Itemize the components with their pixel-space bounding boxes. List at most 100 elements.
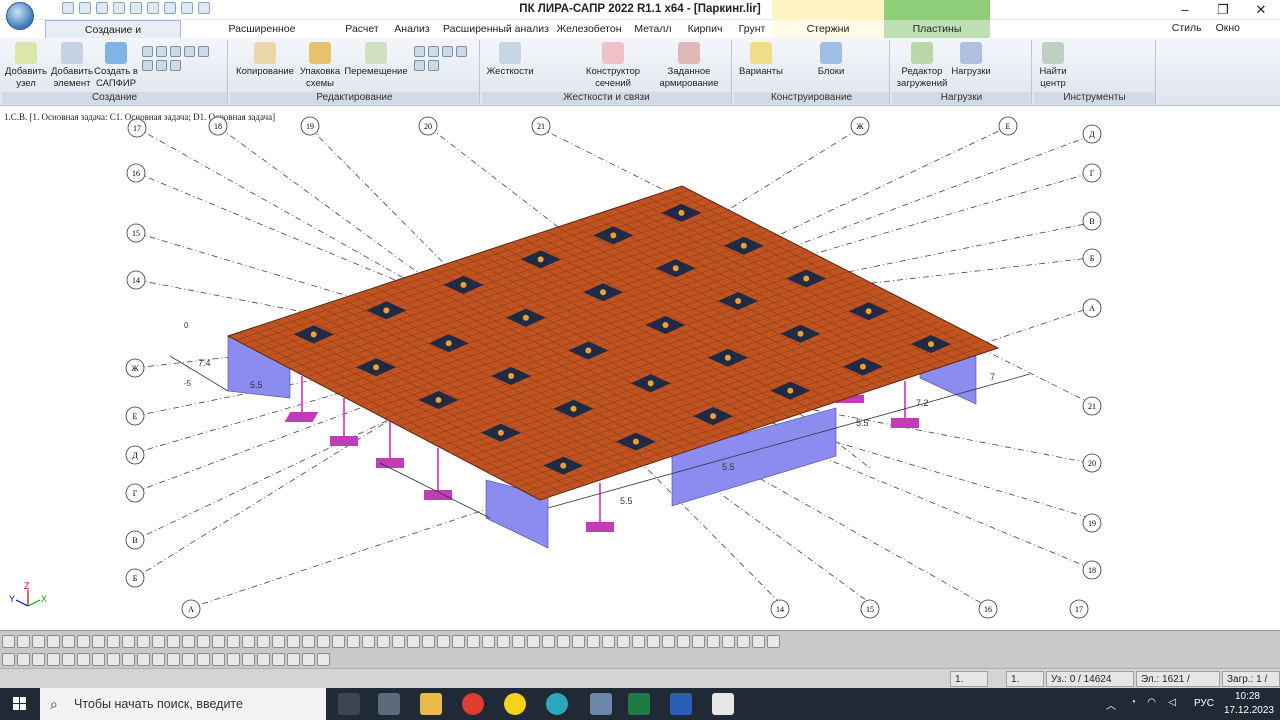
notepad-icon[interactable]	[712, 693, 734, 715]
zoom-icon[interactable]	[587, 635, 600, 648]
rotate-view-icon[interactable]	[602, 635, 615, 648]
copy-button[interactable]: Копирование	[234, 42, 296, 78]
view-icon[interactable]	[32, 635, 45, 648]
fragment-icon[interactable]	[77, 653, 90, 666]
tab-plates[interactable]: Пластины	[884, 20, 990, 38]
volume-icon[interactable]: ◁	[1168, 697, 1176, 708]
clock-time[interactable]: 10:28	[1235, 691, 1260, 702]
mesh-icon[interactable]	[142, 60, 153, 71]
mode-icon[interactable]	[287, 653, 300, 666]
display-icon[interactable]	[707, 635, 720, 648]
fragment-icon[interactable]	[257, 653, 270, 666]
close-icon[interactable]: ✕	[1242, 0, 1280, 20]
edge-browser-icon[interactable]	[546, 693, 568, 715]
flag-icon[interactable]	[62, 653, 75, 666]
select-icon[interactable]	[2, 635, 15, 648]
projection-icon[interactable]	[32, 653, 45, 666]
filter-icon[interactable]	[197, 635, 210, 648]
grid-icon[interactable]	[156, 46, 167, 57]
display-icon[interactable]	[257, 635, 270, 648]
fragment-icon[interactable]	[317, 653, 330, 666]
model-3d-view[interactable]: 17 18 19 20 21 Ж Е Д Г В Б А 21 20 19 18 17 16 15 14 Ж Е Д Г В Б А…	[0, 108, 1280, 630]
loads-button[interactable]: Нагрузки	[948, 42, 994, 78]
select-icon[interactable]	[362, 635, 375, 648]
tab-reinforced-concrete[interactable]: Железобетон	[556, 20, 622, 38]
load-editor-button[interactable]: Редактор загружений	[894, 42, 950, 90]
excel-icon[interactable]	[628, 693, 650, 715]
filter-icon[interactable]	[557, 635, 570, 648]
stiffness-button[interactable]: Жесткости	[486, 42, 534, 78]
scale-icon[interactable]	[442, 46, 453, 57]
clock-date[interactable]: 17.12.2023	[1224, 705, 1274, 716]
keyboard-language[interactable]: РУС	[1194, 698, 1214, 709]
lira-logo-icon[interactable]	[6, 2, 34, 30]
tab-create-edit[interactable]: Создание и редактирование	[45, 20, 181, 54]
display-icon[interactable]	[617, 635, 630, 648]
view-icon[interactable]	[572, 635, 585, 648]
mode-icon[interactable]	[167, 653, 180, 666]
select-icon[interactable]	[632, 635, 645, 648]
file-explorer-icon[interactable]	[420, 693, 442, 715]
tab-advanced-analysis[interactable]: Расширенный анализ	[440, 20, 552, 38]
display-icon[interactable]	[347, 635, 360, 648]
tab-steel[interactable]: Металл	[630, 20, 676, 38]
display-icon[interactable]	[167, 635, 180, 648]
view-icon[interactable]	[302, 635, 315, 648]
delete-icon[interactable]	[428, 60, 439, 71]
view-icon[interactable]	[122, 635, 135, 648]
zoom-icon[interactable]	[497, 635, 510, 648]
add-element-button[interactable]: Добавить элемент	[50, 42, 94, 90]
flag-icon[interactable]	[182, 653, 195, 666]
rotate-view-icon[interactable]	[152, 635, 165, 648]
minimize-icon[interactable]: –	[1166, 0, 1204, 20]
mirror-icon[interactable]	[428, 46, 439, 57]
find-center-button[interactable]: Найти центр	[1036, 42, 1070, 90]
rotate-view-icon[interactable]	[62, 635, 75, 648]
zoom-icon[interactable]	[407, 635, 420, 648]
tab-bars[interactable]: Стержни	[772, 20, 884, 38]
select-icon[interactable]	[272, 635, 285, 648]
task-view-icon[interactable]	[338, 693, 360, 715]
word-icon[interactable]	[670, 693, 692, 715]
select-icon[interactable]	[542, 635, 555, 648]
view-icon[interactable]	[752, 635, 765, 648]
given-reinforcement-button[interactable]: Заданное армирование	[650, 42, 728, 90]
model-viewport[interactable]: 1.С.В. [1. Основная задача: С1. Основная…	[0, 108, 1280, 630]
pack-scheme-button[interactable]: Упаковка схемы	[298, 42, 342, 90]
filter-icon[interactable]	[377, 635, 390, 648]
yandex-browser-icon[interactable]	[462, 693, 484, 715]
taskbar-search[interactable]: ⌕ Чтобы начать поиск, введите	[40, 688, 326, 720]
fragment-icon[interactable]	[197, 653, 210, 666]
filter-icon[interactable]	[737, 635, 750, 648]
zoom-icon[interactable]	[317, 635, 330, 648]
view-icon[interactable]	[212, 635, 225, 648]
filter-icon[interactable]	[467, 635, 480, 648]
zoom-icon[interactable]	[137, 635, 150, 648]
projection-icon[interactable]	[92, 653, 105, 666]
lira-app-icon[interactable]	[590, 693, 612, 715]
windows-start-icon[interactable]	[0, 688, 40, 720]
flag-icon[interactable]	[242, 653, 255, 666]
loading-combo-2[interactable]: 1.	[1006, 671, 1044, 687]
grid-icon[interactable]	[170, 46, 181, 57]
tray-chevron-icon[interactable]: ︿	[1106, 697, 1116, 712]
grid-icon[interactable]	[142, 46, 153, 57]
flag-icon[interactable]	[302, 653, 315, 666]
zoom-icon[interactable]	[47, 635, 60, 648]
grid-icon[interactable]	[184, 46, 195, 57]
mesh-icon[interactable]	[170, 60, 181, 71]
projection-icon[interactable]	[272, 653, 285, 666]
view-icon[interactable]	[392, 635, 405, 648]
rotate-view-icon[interactable]	[332, 635, 345, 648]
join-icon[interactable]	[414, 60, 425, 71]
rotate-icon[interactable]	[414, 46, 425, 57]
mode-icon[interactable]	[47, 653, 60, 666]
divide-icon[interactable]	[456, 46, 467, 57]
tab-advanced-edit[interactable]: Расширенное редактирование	[190, 20, 334, 53]
filter-icon[interactable]	[647, 635, 660, 648]
flag-icon[interactable]	[122, 653, 135, 666]
mesh-icon[interactable]	[198, 46, 209, 57]
variants-button[interactable]: Варианты	[738, 42, 784, 78]
view-icon[interactable]	[662, 635, 675, 648]
rotate-view-icon[interactable]	[422, 635, 435, 648]
